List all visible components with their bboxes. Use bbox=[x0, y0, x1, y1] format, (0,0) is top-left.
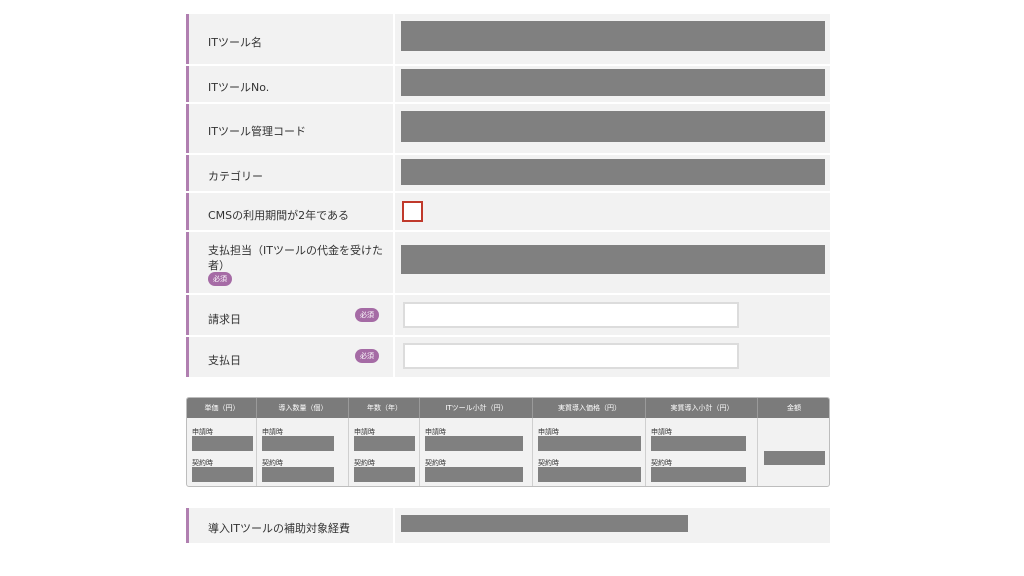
tool-name-masked-value bbox=[401, 21, 825, 51]
invoice-date-value-cell bbox=[395, 295, 830, 335]
payee-row: 支払担当（ITツールの代金を受けた者） 必須 bbox=[186, 232, 830, 293]
invoice-date-label-cell: 請求日 必須 bbox=[186, 295, 393, 335]
payment-date-value-cell bbox=[395, 337, 830, 377]
tool-no-row: ITツールNo. bbox=[186, 66, 830, 102]
contract-masked-value bbox=[651, 467, 746, 482]
cms-period-checkbox[interactable] bbox=[402, 201, 423, 222]
invoice-date-label: 請求日 bbox=[208, 313, 241, 326]
payment-date-label: 支払日 bbox=[208, 354, 241, 367]
application-masked-value bbox=[425, 436, 523, 451]
price-col-amount: 金額 bbox=[758, 398, 829, 486]
invoice-date-input[interactable] bbox=[403, 302, 739, 328]
tool-code-label: ITツール管理コード bbox=[208, 125, 306, 138]
tool-no-label-cell: ITツールNo. bbox=[186, 66, 393, 102]
category-row: カテゴリー bbox=[186, 155, 830, 191]
price-col-header: 金額 bbox=[758, 398, 829, 418]
contract-masked-value bbox=[192, 467, 253, 482]
cms-period-label: CMSの利用期間が2年である bbox=[208, 209, 350, 222]
tool-code-masked-value bbox=[401, 111, 825, 142]
contract-masked-value bbox=[538, 467, 641, 482]
application-masked-value bbox=[192, 436, 253, 451]
price-col-header: 年数（年） bbox=[349, 398, 420, 418]
price-col-header: 単価（円） bbox=[187, 398, 257, 418]
price-col-quantity: 導入数量（個） 申請時 契約時 bbox=[257, 398, 349, 486]
contract-masked-value bbox=[354, 467, 415, 482]
cms-period-row: CMSの利用期間が2年である bbox=[186, 193, 830, 230]
price-col-effective-price: 実質導入価格（円） 申請時 契約時 bbox=[533, 398, 646, 486]
payee-required-badge: 必須 bbox=[208, 272, 232, 286]
payee-masked-value bbox=[401, 245, 825, 274]
tool-no-masked-value bbox=[401, 69, 825, 96]
contract-masked-value bbox=[425, 467, 523, 482]
application-masked-value bbox=[538, 436, 641, 451]
cms-period-label-cell: CMSの利用期間が2年である bbox=[186, 193, 393, 230]
tool-code-label-cell: ITツール管理コード bbox=[186, 104, 393, 153]
payment-date-row: 支払日 必須 bbox=[186, 337, 830, 377]
price-col-header: ITツール小計（円） bbox=[420, 398, 533, 418]
payment-date-required-badge: 必須 bbox=[355, 349, 379, 363]
price-col-effective-subtotal: 実質導入小計（円） 申請時 契約時 bbox=[646, 398, 758, 486]
category-value-cell bbox=[395, 155, 830, 191]
tool-no-label: ITツールNo. bbox=[208, 81, 270, 94]
tool-name-label: ITツール名 bbox=[208, 36, 262, 49]
invoice-date-required-badge: 必須 bbox=[355, 308, 379, 322]
price-table: 単価（円） 申請時 契約時 導入数量（個） 申請時 契約時 年数（年） 申請時 … bbox=[186, 397, 830, 487]
price-col-header: 実質導入価格（円） bbox=[533, 398, 646, 418]
amount-masked-value bbox=[764, 451, 825, 465]
price-col-tool-subtotal: ITツール小計（円） 申請時 契約時 bbox=[420, 398, 533, 486]
category-label-cell: カテゴリー bbox=[186, 155, 393, 191]
category-label: カテゴリー bbox=[208, 170, 263, 183]
payment-date-label-cell: 支払日 必須 bbox=[186, 337, 393, 377]
payee-label: 支払担当（ITツールの代金を受けた者） bbox=[208, 244, 383, 272]
subsidy-label-cell: 導入ITツールの補助対象経費 bbox=[186, 508, 393, 543]
application-masked-value bbox=[262, 436, 334, 451]
category-masked-value bbox=[401, 159, 825, 185]
tool-code-value-cell bbox=[395, 104, 830, 153]
subsidy-masked-value bbox=[401, 515, 688, 532]
subsidy-value-cell bbox=[395, 508, 830, 543]
payee-value-cell bbox=[395, 232, 830, 293]
price-col-header: 実質導入小計（円） bbox=[646, 398, 758, 418]
contract-masked-value bbox=[262, 467, 334, 482]
cms-period-value-cell bbox=[395, 193, 830, 230]
subsidy-label: 導入ITツールの補助対象経費 bbox=[208, 522, 350, 535]
payee-label-cell: 支払担当（ITツールの代金を受けた者） 必須 bbox=[186, 232, 393, 293]
payment-date-input[interactable] bbox=[403, 343, 739, 369]
price-col-unit-price: 単価（円） 申請時 契約時 bbox=[187, 398, 257, 486]
application-masked-value bbox=[651, 436, 746, 451]
tool-no-value-cell bbox=[395, 66, 830, 102]
application-masked-value bbox=[354, 436, 415, 451]
tool-name-row: ITツール名 bbox=[186, 14, 830, 64]
tool-code-row: ITツール管理コード bbox=[186, 104, 830, 153]
invoice-date-row: 請求日 必須 bbox=[186, 295, 830, 335]
price-col-years: 年数（年） 申請時 契約時 bbox=[349, 398, 420, 486]
subsidy-row: 導入ITツールの補助対象経費 bbox=[186, 508, 830, 543]
tool-name-label-cell: ITツール名 bbox=[186, 14, 393, 64]
tool-name-value-cell bbox=[395, 14, 830, 64]
price-col-header: 導入数量（個） bbox=[257, 398, 349, 418]
